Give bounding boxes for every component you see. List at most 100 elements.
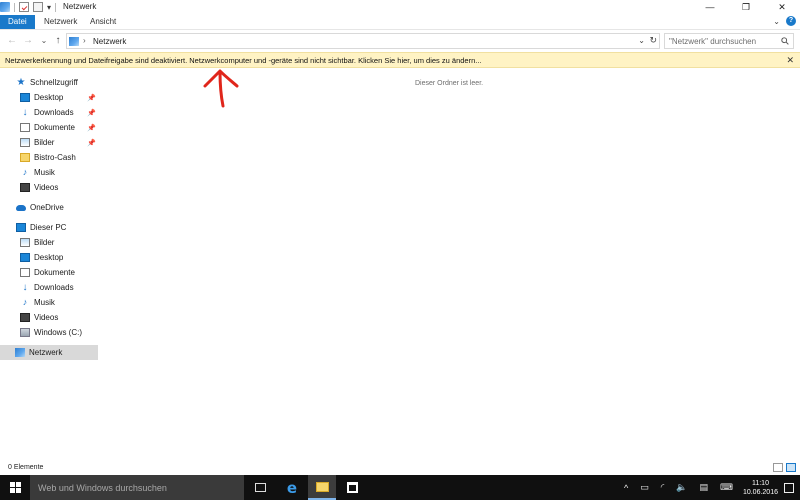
qat-customize-icon[interactable]: ▾ <box>47 3 51 12</box>
search-box[interactable] <box>664 33 794 49</box>
sidebar-item-label: Dokumente <box>34 123 75 132</box>
sidebar-item-netzwerk[interactable]: Netzwerk <box>0 345 98 360</box>
pin-icon: 📌 <box>87 125 96 132</box>
sidebar-item-onedrive[interactable]: OneDrive <box>16 200 100 215</box>
tab-datei[interactable]: Datei <box>0 15 35 29</box>
red-annotation-arrow <box>203 69 239 108</box>
edge-browser-icon: e <box>286 478 298 497</box>
properties-icon[interactable] <box>19 2 29 12</box>
maximize-button[interactable]: ❐ <box>728 0 764 14</box>
sidebar-item-label: Musik <box>34 168 55 177</box>
quick-access-toolbar: ▾ <box>0 0 57 14</box>
wifi-icon[interactable]: ◜ <box>661 482 665 493</box>
address-dropdown-icon[interactable]: ⌄ <box>638 36 645 45</box>
close-button[interactable]: ✕ <box>764 0 800 14</box>
task-view-button[interactable] <box>246 475 274 500</box>
address-bar[interactable]: › Netzwerk ⌄ ↻ <box>66 33 660 49</box>
large-icons-view-icon[interactable] <box>786 463 796 472</box>
sidebar-item-pc-videos[interactable]: Videos <box>20 310 100 325</box>
sidebar-item-label: Downloads <box>34 283 74 292</box>
infobar-message[interactable]: Netzwerkerkennung und Dateifreigabe sind… <box>5 56 482 65</box>
navigation-pane: ★ Schnellzugriff Desktop 📌 ↓ Downloads 📌… <box>0 72 100 462</box>
network-discovery-infobar[interactable]: Netzwerkerkennung und Dateifreigabe sind… <box>0 52 800 68</box>
windows-logo-icon <box>9 482 21 493</box>
help-icon[interactable]: ? <box>786 16 796 26</box>
qat-separator <box>55 2 57 12</box>
sidebar-item-label: Musik <box>34 298 55 307</box>
sidebar-item-pc-bilder[interactable]: Bilder <box>20 235 100 250</box>
clock-time: 11:10 <box>751 479 769 487</box>
ribbon-tabs: Datei Netzwerk Ansicht ⌄ ? <box>0 14 800 30</box>
taskbar-file-explorer[interactable] <box>308 475 336 500</box>
download-arrow-icon: ↓ <box>22 107 28 118</box>
keyboard-icon[interactable]: ⌨ <box>720 482 733 493</box>
sidebar-item-downloads[interactable]: ↓ Downloads 📌 <box>20 105 100 120</box>
sidebar-item-label: Schnellzugriff <box>30 78 78 87</box>
sidebar-item-label: Videos <box>34 183 59 192</box>
new-folder-icon[interactable] <box>33 2 43 12</box>
clock[interactable]: 11:10 10.06.2016 <box>743 479 778 497</box>
sidebar-item-label: Windows (C:) <box>34 328 83 337</box>
sidebar-item-desktop[interactable]: Desktop 📌 <box>20 90 100 105</box>
infobar-close-icon[interactable]: ✕ <box>786 55 794 66</box>
file-list-area[interactable]: Dieser Ordner ist leer. <box>100 72 800 462</box>
details-view-icon[interactable] <box>773 463 783 472</box>
search-input[interactable] <box>669 36 777 47</box>
taskbar-store[interactable] <box>338 475 366 500</box>
window-title: Netzwerk <box>63 2 97 11</box>
sidebar-item-label: OneDrive <box>30 203 64 212</box>
breadcrumb-chevron-icon[interactable]: › <box>83 36 86 45</box>
pictures-icon <box>20 238 30 247</box>
sidebar-item-label: Dokumente <box>34 268 75 277</box>
up-arrow-icon[interactable]: ↑ <box>52 34 64 48</box>
minimize-button[interactable]: — <box>692 0 728 14</box>
sidebar-item-dokumente[interactable]: Dokumente 📌 <box>20 120 100 135</box>
title-bar: ▾ Netzwerk — ❐ ✕ <box>0 0 800 14</box>
taskbar-search-placeholder: Web und Windows durchsuchen <box>38 483 167 493</box>
refresh-icon[interactable]: ↻ <box>649 35 657 46</box>
sidebar-item-windows-c[interactable]: Windows (C:) <box>20 325 100 340</box>
window-controls: — ❐ ✕ <box>692 0 800 14</box>
clock-date: 10.06.2016 <box>742 488 778 496</box>
status-bar: 0 Elemente <box>0 462 800 475</box>
task-view-icon <box>254 483 266 492</box>
sidebar-item-musik[interactable]: ♪ Musik <box>20 165 100 180</box>
video-icon <box>20 183 30 192</box>
qat-separator <box>14 2 15 12</box>
forward-arrow-icon[interactable]: → <box>22 34 34 48</box>
taskbar-search-box[interactable]: Web und Windows durchsuchen <box>30 475 244 500</box>
sidebar-item-pc-musik[interactable]: ♪ Musik <box>20 295 100 310</box>
sidebar-item-dieser-pc[interactable]: Dieser PC <box>16 220 100 235</box>
tab-netzwerk[interactable]: Netzwerk <box>36 15 85 29</box>
sidebar-item-label: Bilder <box>34 138 55 147</box>
sidebar-item-pc-desktop[interactable]: Desktop <box>20 250 100 265</box>
sidebar-item-schnellzugriff[interactable]: ★ Schnellzugriff <box>16 75 100 90</box>
battery-icon[interactable]: ▭ <box>640 482 649 493</box>
breadcrumb-netzwerk[interactable]: Netzwerk <box>93 37 126 46</box>
show-hidden-icons-chevron-icon[interactable]: ^ <box>624 483 628 493</box>
back-arrow-icon[interactable]: ← <box>6 34 18 48</box>
sidebar-item-pc-dokumente[interactable]: Dokumente <box>20 265 100 280</box>
network-icon <box>0 2 10 12</box>
document-icon <box>20 123 30 132</box>
recent-locations-icon[interactable]: ⌄ <box>38 34 50 48</box>
taskbar-edge[interactable]: e <box>278 475 306 500</box>
sidebar-item-bistro-cash[interactable]: Bistro-Cash <box>20 150 100 165</box>
expand-ribbon-icon[interactable]: ⌄ <box>773 17 780 26</box>
download-arrow-icon: ↓ <box>22 282 28 293</box>
tab-ansicht[interactable]: Ansicht <box>82 15 124 29</box>
pin-icon: 📌 <box>87 110 96 117</box>
file-explorer-icon <box>315 481 329 492</box>
music-note-icon: ♪ <box>22 297 28 307</box>
action-center-message-icon[interactable]: ▤ <box>699 482 708 493</box>
volume-icon[interactable]: 🔈 <box>676 482 687 493</box>
sidebar-item-label: Netzwerk <box>29 348 63 357</box>
notifications-icon[interactable] <box>784 482 794 493</box>
sidebar-item-label: Bilder <box>34 238 55 247</box>
view-toggle <box>773 463 796 472</box>
start-button[interactable] <box>0 475 30 500</box>
sidebar-item-pc-downloads[interactable]: ↓ Downloads <box>20 280 100 295</box>
sidebar-item-videos[interactable]: Videos <box>20 180 100 195</box>
sidebar-item-bilder[interactable]: Bilder 📌 <box>20 135 100 150</box>
sidebar-item-label: Desktop <box>34 253 64 262</box>
